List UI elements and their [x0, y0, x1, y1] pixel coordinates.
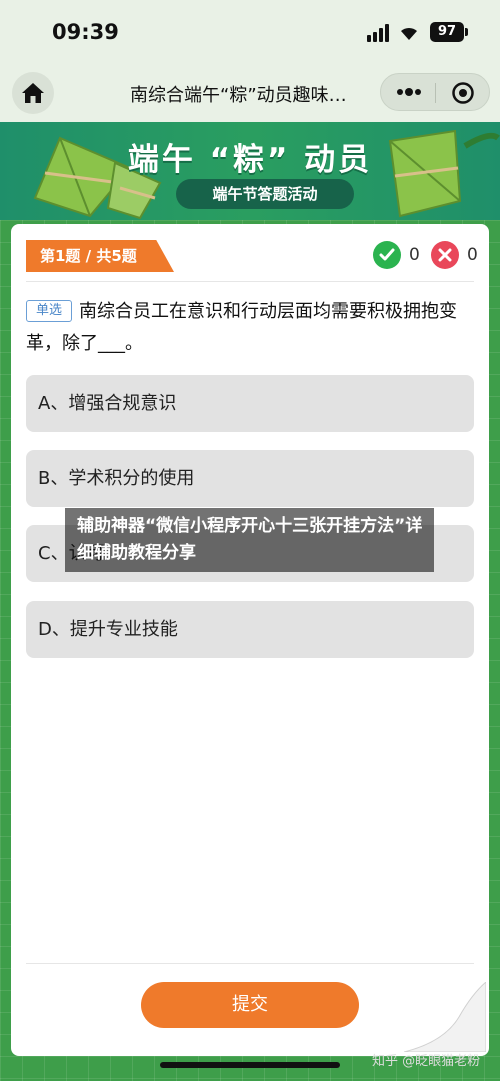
banner-subtitle: 端午节答题活动: [176, 179, 354, 209]
page-curl-decoration: [404, 982, 486, 1052]
wrong-count: 0: [467, 245, 478, 265]
more-icon[interactable]: [395, 84, 423, 100]
capsule-divider: [435, 83, 436, 103]
home-icon: [22, 83, 44, 103]
correct-count: 0: [409, 245, 420, 265]
home-indicator[interactable]: [160, 1062, 340, 1068]
page-title: 南综合端午“粽”动员趣味…: [130, 85, 347, 106]
battery-icon: 97: [430, 22, 464, 42]
question-text: 南综合员工在意识和行动层面均需要积极拥抱变革，除了___。: [26, 301, 457, 354]
question-progress-badge: 第1题 / 共5题: [26, 240, 174, 272]
home-button[interactable]: [12, 72, 54, 114]
option-a[interactable]: A、增强合规意识: [26, 375, 474, 432]
option-d[interactable]: D、提升专业技能: [26, 601, 474, 658]
signal-icon: [367, 24, 391, 42]
zongzi-right-decoration: [388, 129, 500, 218]
footer-divider: [26, 963, 474, 964]
question-type-badge: 单选: [26, 300, 72, 322]
wifi-icon: [401, 27, 417, 40]
cross-icon: [431, 241, 459, 269]
battery-cap: [465, 28, 468, 36]
quiz-card: 第1题 / 共5题 0 0 南综合员工在意识和行动层面均需要积极拥抱变革，除了_…: [11, 224, 489, 1056]
watermark: 知乎 @眨眼猫老粉: [372, 1054, 481, 1069]
check-icon: [373, 241, 401, 269]
status-time: 09:39: [52, 20, 119, 44]
header-divider: [26, 281, 474, 282]
capsule-menu: [380, 73, 490, 111]
overlay-caption: 辅助神器“微信小程序开心十三张开挂方法”详细辅助教程分享: [65, 508, 434, 572]
nav-bar: 南综合端午“粽”动员趣味…: [0, 64, 500, 122]
close-target-icon[interactable]: [451, 81, 475, 105]
status-bar: 09:39 97: [0, 0, 500, 64]
submit-button[interactable]: 提交: [141, 982, 359, 1028]
wrong-counter: 0: [431, 240, 478, 270]
option-b[interactable]: B、学术积分的使用: [26, 450, 474, 507]
correct-counter: 0: [373, 240, 420, 270]
event-banner: 端午 “粽” 动员 端午节答题活动: [0, 122, 500, 220]
